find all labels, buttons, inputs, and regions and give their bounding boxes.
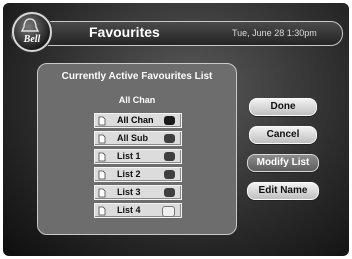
list-item-label: List 1 (117, 151, 141, 161)
datetime-label: Tue, June 28 1:30pm (232, 28, 317, 38)
edit-name-button[interactable]: Edit Name (247, 182, 319, 200)
page-icon (98, 170, 106, 180)
tv-screen: Bell Favourites Tue, June 28 1:30pm Curr… (3, 3, 349, 256)
square-badge-icon (164, 116, 175, 125)
logo-text: Bell (23, 34, 41, 45)
page-icon (98, 152, 106, 162)
list-item-all-chan[interactable]: All Chan (94, 113, 182, 128)
bell-logo: Bell (12, 12, 52, 52)
active-list-name: All Chan (118, 95, 156, 105)
list-item-label: All Sub (117, 133, 148, 143)
cancel-button[interactable]: Cancel (249, 126, 317, 144)
list-item-label: List 2 (117, 169, 141, 179)
page-icon (98, 206, 106, 216)
list-item-list-4[interactable]: List 4 (94, 203, 182, 218)
modify-list-button[interactable]: Modify List (247, 154, 319, 172)
list-item-label: All Chan (117, 115, 154, 125)
list-item-label: List 4 (117, 205, 141, 215)
list-item-list-3[interactable]: List 3 (94, 185, 182, 200)
list-item-all-sub[interactable]: All Sub (94, 131, 182, 146)
page-icon (98, 188, 106, 198)
page-icon (98, 116, 106, 126)
list-item-label: List 3 (117, 187, 141, 197)
bell-icon (20, 18, 40, 32)
square-badge-icon (164, 188, 175, 197)
square-badge-icon (164, 152, 175, 161)
square-badge-icon (162, 206, 175, 217)
page-icon (98, 134, 106, 144)
panel-title: Currently Active Favourites List (61, 71, 213, 82)
favourites-list: All Chan All Sub List 1 List 2 List 3 Li… (94, 113, 182, 221)
square-badge-icon (164, 170, 175, 179)
list-item-list-1[interactable]: List 1 (94, 149, 182, 164)
list-item-list-2[interactable]: List 2 (94, 167, 182, 182)
favourites-panel: Currently Active Favourites List All Cha… (37, 63, 237, 235)
done-button[interactable]: Done (249, 98, 317, 116)
square-badge-icon (164, 134, 175, 143)
page-title: Favourites (89, 24, 160, 40)
